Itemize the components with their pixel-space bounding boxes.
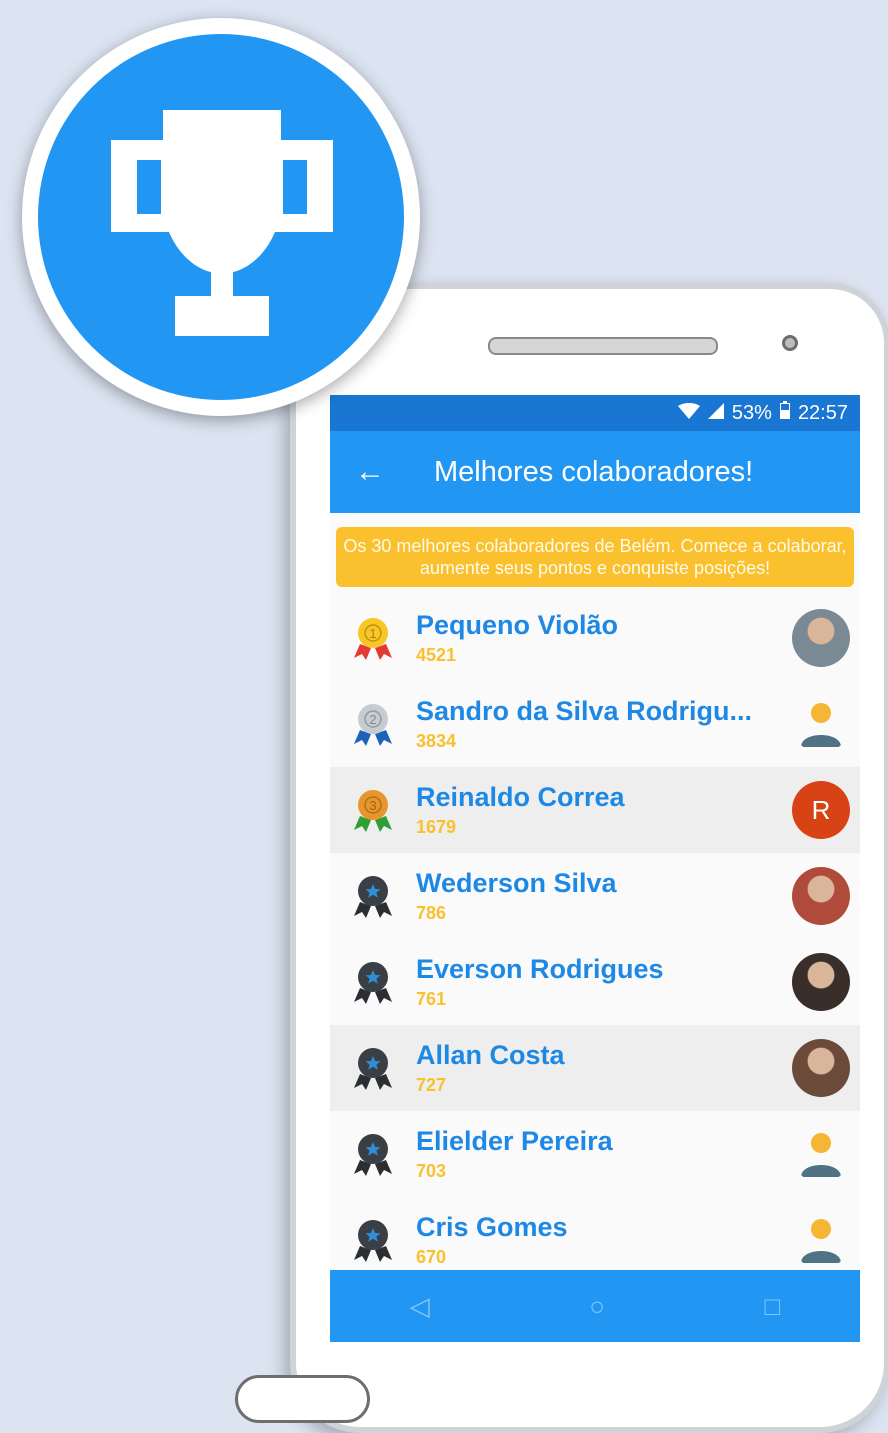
list-item-info: Sandro da Silva Rodrigu... 3834 — [416, 695, 792, 753]
list-item-info: Everson Rodrigues 761 — [416, 953, 792, 1011]
nav-back-icon[interactable]: ◁ — [410, 1291, 430, 1322]
collaborator-name: Pequeno Violão — [416, 610, 619, 640]
clock: 22:57 — [797, 401, 848, 424]
avatar-photo[interactable] — [792, 953, 850, 1011]
wifi-icon — [677, 402, 700, 425]
star-medal-icon — [330, 958, 416, 1006]
collaborator-name: Wederson Silva — [416, 868, 617, 898]
star-medal-icon — [330, 872, 416, 920]
collaborator-name: Allan Costa — [416, 1040, 565, 1070]
list-item[interactable]: Allan Costa 727 — [330, 1025, 860, 1111]
star-medal-icon — [330, 1044, 416, 1092]
list-item-info: Cris Gomes 670 — [416, 1211, 792, 1269]
list-item-info: Pequeno Violão 4521 — [416, 609, 792, 667]
app-bar: ← Melhores colaboradores! — [330, 431, 860, 513]
collaborator-points: 786 — [416, 903, 447, 923]
avatar-letter[interactable]: R — [792, 781, 850, 839]
battery-icon — [779, 401, 790, 425]
collaborator-name: Cris Gomes — [416, 1212, 568, 1242]
nav-recents-icon[interactable]: □ — [765, 1291, 781, 1322]
trophy-icon — [111, 110, 333, 336]
list-item[interactable]: Wederson Silva 786 — [330, 853, 860, 939]
phone-home-button[interactable] — [235, 1375, 370, 1423]
nav-home-icon[interactable]: ○ — [589, 1291, 605, 1322]
collaborator-name: Reinaldo Correa — [416, 782, 625, 812]
person-placeholder-icon[interactable] — [792, 695, 850, 753]
collaborator-name: Sandro da Silva Rodrigu... — [416, 696, 753, 726]
collaborator-points: 670 — [416, 1247, 447, 1267]
ranking-list: 1 Pequeno Violão 4521 2 Sandro da Silva Rodr… — [330, 595, 860, 1283]
phone-camera — [782, 335, 798, 351]
person-placeholder-icon[interactable] — [792, 1211, 850, 1269]
avatar-photo[interactable] — [792, 609, 850, 667]
list-item-info: Allan Costa 727 — [416, 1039, 792, 1097]
signal-icon — [707, 402, 724, 425]
avatar-photo[interactable] — [792, 867, 850, 925]
phone-screen: 53% 22:57 ← Melhores colaboradores! Os 3… — [330, 395, 860, 1342]
medal-rank: 2 — [369, 712, 376, 727]
list-item[interactable]: 3 Reinaldo Correa 1679 R — [330, 767, 860, 853]
avatar-photo[interactable] — [792, 1039, 850, 1097]
bronze-medal-icon: 3 — [330, 786, 416, 834]
medal-rank: 1 — [369, 626, 376, 641]
collaborator-points: 3834 — [416, 731, 457, 751]
page-title: Melhores colaboradores! — [434, 455, 754, 488]
collaborator-points: 761 — [416, 989, 447, 1009]
battery-level: 53% — [731, 401, 772, 424]
list-item[interactable]: Everson Rodrigues 761 — [330, 939, 860, 1025]
gold-medal-icon: 1 — [330, 614, 416, 662]
collaborator-points: 4521 — [416, 645, 457, 665]
star-medal-icon — [330, 1130, 416, 1178]
arrow-left-icon: ← — [355, 455, 385, 488]
trophy-circle — [38, 34, 404, 400]
list-item-info: Elielder Pereira 703 — [416, 1125, 792, 1183]
star-medal-icon — [330, 1216, 416, 1264]
collaborator-points: 703 — [416, 1161, 447, 1181]
status-bar: 53% 22:57 — [330, 395, 860, 431]
collaborator-name: Elielder Pereira — [416, 1126, 613, 1156]
silver-medal-icon: 2 — [330, 700, 416, 748]
list-item[interactable]: Elielder Pereira 703 — [330, 1111, 860, 1197]
trophy-badge — [22, 18, 420, 416]
person-placeholder-icon[interactable] — [792, 1125, 850, 1183]
list-item-info: Reinaldo Correa 1679 — [416, 781, 792, 839]
collaborator-points: 727 — [416, 1075, 447, 1095]
phone-speaker — [488, 337, 718, 355]
list-item-info: Wederson Silva 786 — [416, 867, 792, 925]
back-button[interactable]: ← — [330, 455, 410, 489]
collaborator-name: Everson Rodrigues — [416, 954, 664, 984]
medal-rank: 3 — [369, 798, 376, 813]
list-item[interactable]: 2 Sandro da Silva Rodrigu... 3834 — [330, 681, 860, 767]
collaborator-points: 1679 — [416, 817, 457, 837]
list-item[interactable]: 1 Pequeno Violão 4521 — [330, 595, 860, 681]
info-banner: Os 30 melhores colaboradores de Belém. C… — [336, 527, 854, 587]
android-nav-bar: ◁ ○ □ — [330, 1270, 860, 1342]
